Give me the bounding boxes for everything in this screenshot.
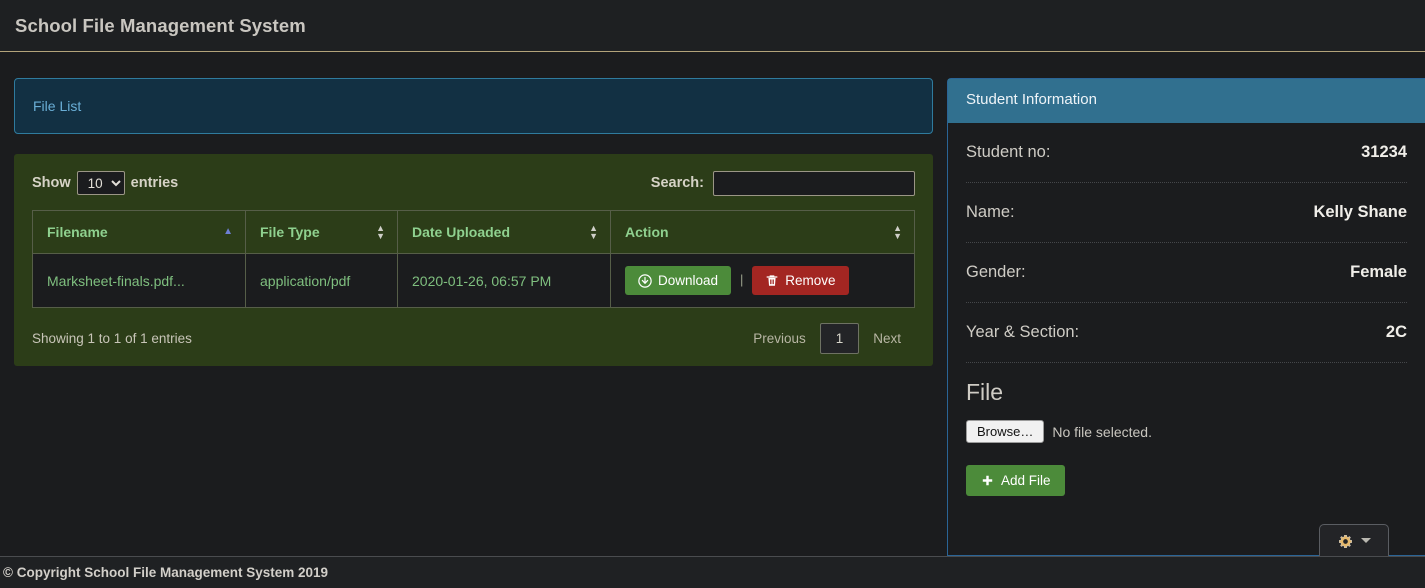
column-header-action[interactable]: Action ▲ ▼ xyxy=(610,210,915,254)
list-item: Gender: Female xyxy=(966,243,1407,303)
table-search-control: Search: xyxy=(650,170,915,196)
file-table-head: Filename ▲ File Type ▲ ▼ Date Uploaded ▲ ▼ xyxy=(32,210,915,254)
add-file-button[interactable]: Add File xyxy=(966,465,1065,496)
add-file-button-label: Add File xyxy=(1001,473,1051,488)
plus-icon xyxy=(980,474,994,488)
show-label: Show xyxy=(32,175,71,191)
table-controls: Show 10 entries Search: xyxy=(32,170,915,196)
list-item: Student no: 31234 xyxy=(966,123,1407,183)
file-table: Filename ▲ File Type ▲ ▼ Date Uploaded ▲ ▼ xyxy=(32,210,915,308)
action-separator: | xyxy=(739,272,744,288)
download-circle-icon xyxy=(638,273,652,288)
list-item: Year & Section: 2C xyxy=(966,303,1407,363)
chevron-down-icon[interactable] xyxy=(1360,538,1371,543)
no-file-selected-text: No file selected. xyxy=(1052,423,1152,440)
table-info: Showing 1 to 1 of 1 entries xyxy=(32,330,192,346)
sort-both-icon: ▲ ▼ xyxy=(376,223,385,241)
sort-both-icon: ▲ ▼ xyxy=(893,223,902,241)
cell-action: Download | Remove xyxy=(610,253,915,308)
right-column: Student Information Student no: 31234 Na… xyxy=(947,52,1425,556)
column-label: Date Uploaded xyxy=(412,224,511,240)
search-label: Search: xyxy=(650,175,704,191)
gear-icon[interactable] xyxy=(1338,534,1352,548)
student-panel-header: Student Information xyxy=(948,79,1425,123)
pagination-previous[interactable]: Previous xyxy=(739,323,820,354)
column-header-filename[interactable]: Filename ▲ xyxy=(32,210,246,254)
file-table-body: Marksheet-finals.pdf... application/pdf … xyxy=(32,253,915,308)
remove-button-label: Remove xyxy=(785,273,836,288)
file-input-row: Browse… No file selected. xyxy=(966,420,1407,443)
entries-label: entries xyxy=(130,175,179,191)
settings-widget[interactable] xyxy=(1319,524,1389,556)
file-list-panel: File List xyxy=(14,78,933,134)
footer: © Copyright School File Management Syste… xyxy=(0,556,1425,588)
student-information-panel: Student Information Student no: 31234 Na… xyxy=(947,78,1425,556)
navbar: School File Management System xyxy=(0,0,1425,52)
cell-filename: Marksheet-finals.pdf... xyxy=(32,253,246,308)
remove-button[interactable]: Remove xyxy=(752,266,849,295)
file-upload-section: File Browse… No file selected. Add File xyxy=(948,363,1425,496)
sort-both-icon: ▲ ▼ xyxy=(589,223,598,241)
student-panel-title: Student Information xyxy=(966,91,1097,108)
column-header-filetype[interactable]: File Type ▲ ▼ xyxy=(245,210,398,254)
list-item: Name: Kelly Shane xyxy=(966,183,1407,243)
content-container: File List Show 10 entries Search: Filena… xyxy=(0,52,1425,556)
column-label: Action xyxy=(625,224,669,240)
download-button-label: Download xyxy=(658,273,719,288)
browse-button[interactable]: Browse… xyxy=(966,420,1045,443)
pagination: Previous 1 Next xyxy=(739,322,915,354)
column-label: Filename xyxy=(47,224,108,240)
file-section-heading: File xyxy=(966,379,1004,405)
navbar-brand[interactable]: School File Management System xyxy=(15,15,306,37)
field-label-name: Name: xyxy=(966,203,1015,221)
table-length-control: Show 10 entries xyxy=(32,171,178,195)
field-label-student-no: Student no: xyxy=(966,143,1051,161)
field-label-gender: Gender: xyxy=(966,263,1026,281)
page-body: File List Show 10 entries Search: Filena… xyxy=(0,52,1425,556)
file-table-panel: Show 10 entries Search: Filename ▲ File … xyxy=(14,154,933,366)
column-label: File Type xyxy=(260,224,320,240)
download-button[interactable]: Download xyxy=(625,266,732,295)
field-value-student-no: 31234 xyxy=(1361,143,1407,161)
field-value-gender: Female xyxy=(1350,263,1407,281)
cell-date-uploaded: 2020-01-26, 06:57 PM xyxy=(397,253,611,308)
pagination-page-1[interactable]: 1 xyxy=(819,322,860,354)
table-header-row: Filename ▲ File Type ▲ ▼ Date Uploaded ▲ ▼ xyxy=(32,210,915,254)
sort-ascending-icon: ▲ xyxy=(223,226,233,237)
cell-filetype: application/pdf xyxy=(245,253,398,308)
column-header-date-uploaded[interactable]: Date Uploaded ▲ ▼ xyxy=(397,210,611,254)
student-fields-list: Student no: 31234 Name: Kelly Shane Gend… xyxy=(948,123,1425,363)
field-label-year-section: Year & Section: xyxy=(966,323,1080,341)
field-value-name: Kelly Shane xyxy=(1313,203,1407,221)
footer-copyright: © Copyright School File Management Syste… xyxy=(3,565,329,580)
file-list-title: File List xyxy=(33,98,82,114)
field-value-year-section: 2C xyxy=(1385,323,1407,341)
left-column: File List Show 10 entries Search: Filena… xyxy=(0,52,947,366)
entries-per-page-select[interactable]: 10 xyxy=(76,171,125,195)
table-footer: Showing 1 to 1 of 1 entries Previous 1 N… xyxy=(32,322,915,354)
search-input[interactable] xyxy=(713,170,915,196)
pagination-next[interactable]: Next xyxy=(859,323,915,354)
trash-icon xyxy=(765,274,779,288)
table-row: Marksheet-finals.pdf... application/pdf … xyxy=(32,253,915,308)
